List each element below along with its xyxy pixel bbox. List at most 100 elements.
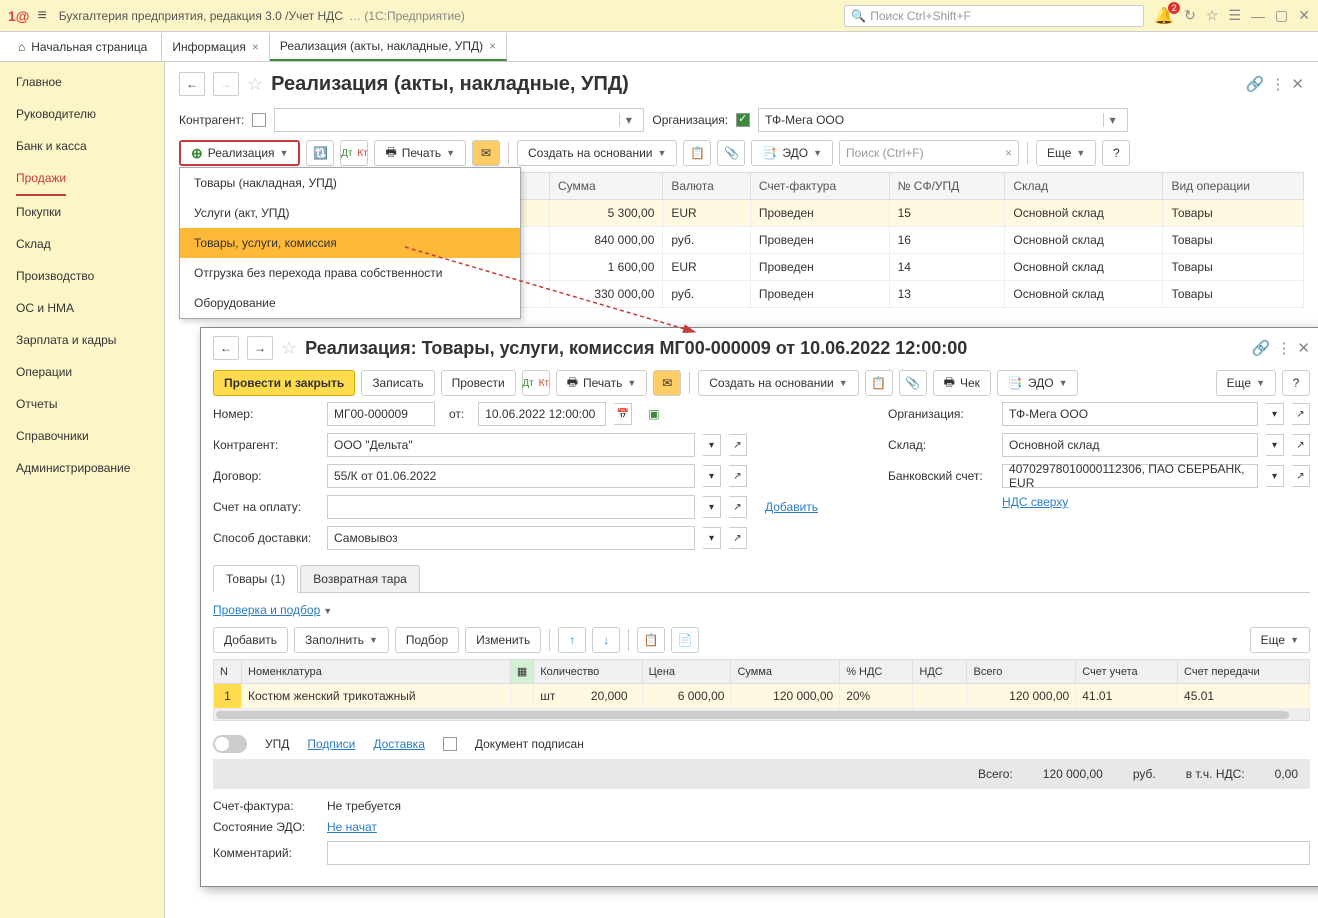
sidebar-item-sales[interactable]: Продажи xyxy=(16,162,66,196)
date-input[interactable]: 10.06.2022 12:00:00 xyxy=(478,402,606,426)
sidebar-item-manager[interactable]: Руководителю xyxy=(0,98,164,130)
change-button[interactable]: Изменить xyxy=(465,627,541,653)
doc-more-button[interactable]: Еще▼ xyxy=(1216,370,1276,396)
horizontal-scrollbar[interactable] xyxy=(213,709,1310,721)
fill-button[interactable]: Заполнить▼ xyxy=(294,627,389,653)
minimize-icon[interactable]: — xyxy=(1251,8,1265,24)
dropdown-icon[interactable]: ▾ xyxy=(703,527,721,549)
doc-close-icon[interactable]: ✕ xyxy=(1297,339,1310,357)
add-link[interactable]: Добавить xyxy=(765,500,818,514)
doc-dtkt-button[interactable]: ДтКт xyxy=(522,370,550,396)
doc-kebab-icon[interactable]: ⋮ xyxy=(1276,339,1291,357)
global-search-input[interactable]: 🔍 Поиск Ctrl+Shift+F xyxy=(844,5,1144,27)
move-up-button[interactable]: ↑ xyxy=(558,627,586,653)
vat-top-link[interactable]: НДС сверху xyxy=(1002,495,1068,509)
delivery-link[interactable]: Доставка xyxy=(373,737,425,751)
copy-row-button[interactable]: 📋 xyxy=(637,627,665,653)
copy-button[interactable]: 📋 xyxy=(683,140,711,166)
item-more-button[interactable]: Еще▼ xyxy=(1250,627,1310,653)
bank-input[interactable]: 40702978010000112306, ПАО СБЕРБАНК, EUR xyxy=(1002,464,1258,488)
realization-button[interactable]: ⊕ Реализация ▼ xyxy=(179,140,300,166)
history-icon[interactable]: ↻ xyxy=(1184,7,1196,24)
dropdown-icon[interactable]: ▾ xyxy=(703,465,721,487)
burger-icon[interactable]: ≡ xyxy=(37,7,46,25)
edo-button[interactable]: 📑ЭДО▼ xyxy=(751,140,833,166)
doc-copy-button[interactable]: 📋 xyxy=(865,370,893,396)
doc-create-based-button[interactable]: Создать на основании▼ xyxy=(698,370,858,396)
doc-attach-button[interactable]: 📎 xyxy=(899,370,927,396)
post-close-button[interactable]: Провести и закрыть xyxy=(213,370,355,396)
favorite-icon[interactable]: ☆ xyxy=(1206,7,1219,24)
open-icon[interactable]: ↗ xyxy=(1292,434,1310,456)
sidebar-item-production[interactable]: Производство xyxy=(0,260,164,292)
signed-checkbox[interactable] xyxy=(443,737,457,751)
check-button[interactable]: 🖶Чек xyxy=(933,370,991,396)
attach-button[interactable]: 📎 xyxy=(717,140,745,166)
nav-forward-button[interactable]: → xyxy=(213,72,239,96)
open-icon[interactable]: ↗ xyxy=(729,496,747,518)
close-page-icon[interactable]: ✕ xyxy=(1291,75,1304,93)
tab-goods[interactable]: Товары (1) xyxy=(213,565,298,593)
org-checkbox[interactable] xyxy=(736,113,750,127)
sidebar-item-payroll[interactable]: Зарплата и кадры xyxy=(0,324,164,356)
edo-state-link[interactable]: Не начат xyxy=(327,820,377,834)
calendar-icon[interactable]: 📅 xyxy=(614,403,632,425)
org-input[interactable]: ТФ-Мега ООО xyxy=(1002,402,1258,426)
doc-nav-forward[interactable]: → xyxy=(247,336,273,360)
doc-star-icon[interactable]: ☆ xyxy=(281,338,297,359)
doc-link-icon[interactable]: 🔗 xyxy=(1252,339,1271,357)
doc-nav-back[interactable]: ← xyxy=(213,336,239,360)
signs-link[interactable]: Подписи xyxy=(307,737,355,751)
check-pick-link[interactable]: Проверка и подбор xyxy=(213,603,320,617)
menu-icon[interactable]: ☰ xyxy=(1228,7,1241,24)
sidebar-item-purchases[interactable]: Покупки xyxy=(0,196,164,228)
dropdown-icon[interactable]: ▾ xyxy=(703,496,721,518)
dropdown-item-equipment[interactable]: Оборудование xyxy=(180,288,520,318)
kebab-icon[interactable]: ⋮ xyxy=(1270,75,1285,93)
invoice-for-input[interactable] xyxy=(327,495,695,519)
dropdown-icon[interactable]: ▾ xyxy=(1266,403,1284,425)
nav-back-button[interactable]: ← xyxy=(179,72,205,96)
sidebar-item-refs[interactable]: Справочники xyxy=(0,420,164,452)
close-icon[interactable]: × xyxy=(252,40,259,54)
dropdown-icon[interactable]: ▾ xyxy=(1266,434,1284,456)
sidebar-item-admin[interactable]: Администрирование xyxy=(0,452,164,484)
dropdown-icon[interactable]: ▾ xyxy=(703,434,721,456)
open-icon[interactable]: ↗ xyxy=(729,434,747,456)
tab-realization[interactable]: Реализация (акты, накладные, УПД) × xyxy=(270,33,507,61)
sidebar-item-warehouse[interactable]: Склад xyxy=(0,228,164,260)
dropdown-item-goods-services-commission[interactable]: Товары, услуги, комиссия xyxy=(180,228,520,258)
org-combo[interactable]: ТФ-Мега ООО▾ xyxy=(758,108,1128,132)
sidebar-item-operations[interactable]: Операции xyxy=(0,356,164,388)
create-based-button[interactable]: Создать на основании▼ xyxy=(517,140,677,166)
contract-input[interactable]: 55/К от 01.06.2022 xyxy=(327,464,695,488)
open-icon[interactable]: ↗ xyxy=(1292,403,1310,425)
open-icon[interactable]: ↗ xyxy=(1292,465,1310,487)
dropdown-item-no-ownership[interactable]: Отгрузка без перехода права собственност… xyxy=(180,258,520,288)
dropdown-item-services[interactable]: Услуги (акт, УПД) xyxy=(180,198,520,228)
dropdown-icon[interactable]: ▾ xyxy=(1266,465,1284,487)
favorite-star-icon[interactable]: ☆ xyxy=(247,74,263,95)
print-button[interactable]: 🖶Печать▼ xyxy=(374,140,466,166)
open-icon[interactable]: ↗ xyxy=(729,527,747,549)
doc-print-button[interactable]: 🖶Печать▼ xyxy=(556,370,648,396)
doc-help-button[interactable]: ? xyxy=(1282,370,1310,396)
tab-information[interactable]: Информация × xyxy=(162,33,270,61)
close-window-icon[interactable]: ✕ xyxy=(1298,7,1310,24)
sidebar-item-reports[interactable]: Отчеты xyxy=(0,388,164,420)
list-search-input[interactable]: Поиск (Ctrl+F)× xyxy=(839,140,1019,166)
sidebar-item-main[interactable]: Главное xyxy=(0,66,164,98)
item-row[interactable]: 1 Костюм женский трикотажный 20,000 шт 6… xyxy=(214,684,1310,709)
pick-button[interactable]: Подбор xyxy=(395,627,459,653)
notifications-icon[interactable]: 🔔2 xyxy=(1154,6,1174,26)
mail-button[interactable]: ✉ xyxy=(472,140,500,166)
counterparty-input[interactable]: ООО "Дельта" xyxy=(327,433,695,457)
warehouse-input[interactable]: Основной склад xyxy=(1002,433,1258,457)
more-button[interactable]: Еще▼ xyxy=(1036,140,1096,166)
dtkt-button[interactable]: ДтКт xyxy=(340,140,368,166)
sidebar-item-bank[interactable]: Банк и касса xyxy=(0,130,164,162)
maximize-icon[interactable]: ▢ xyxy=(1275,7,1288,24)
post-button[interactable]: Провести xyxy=(441,370,516,396)
tab-packaging[interactable]: Возвратная тара xyxy=(300,565,420,592)
close-icon[interactable]: × xyxy=(489,39,496,53)
